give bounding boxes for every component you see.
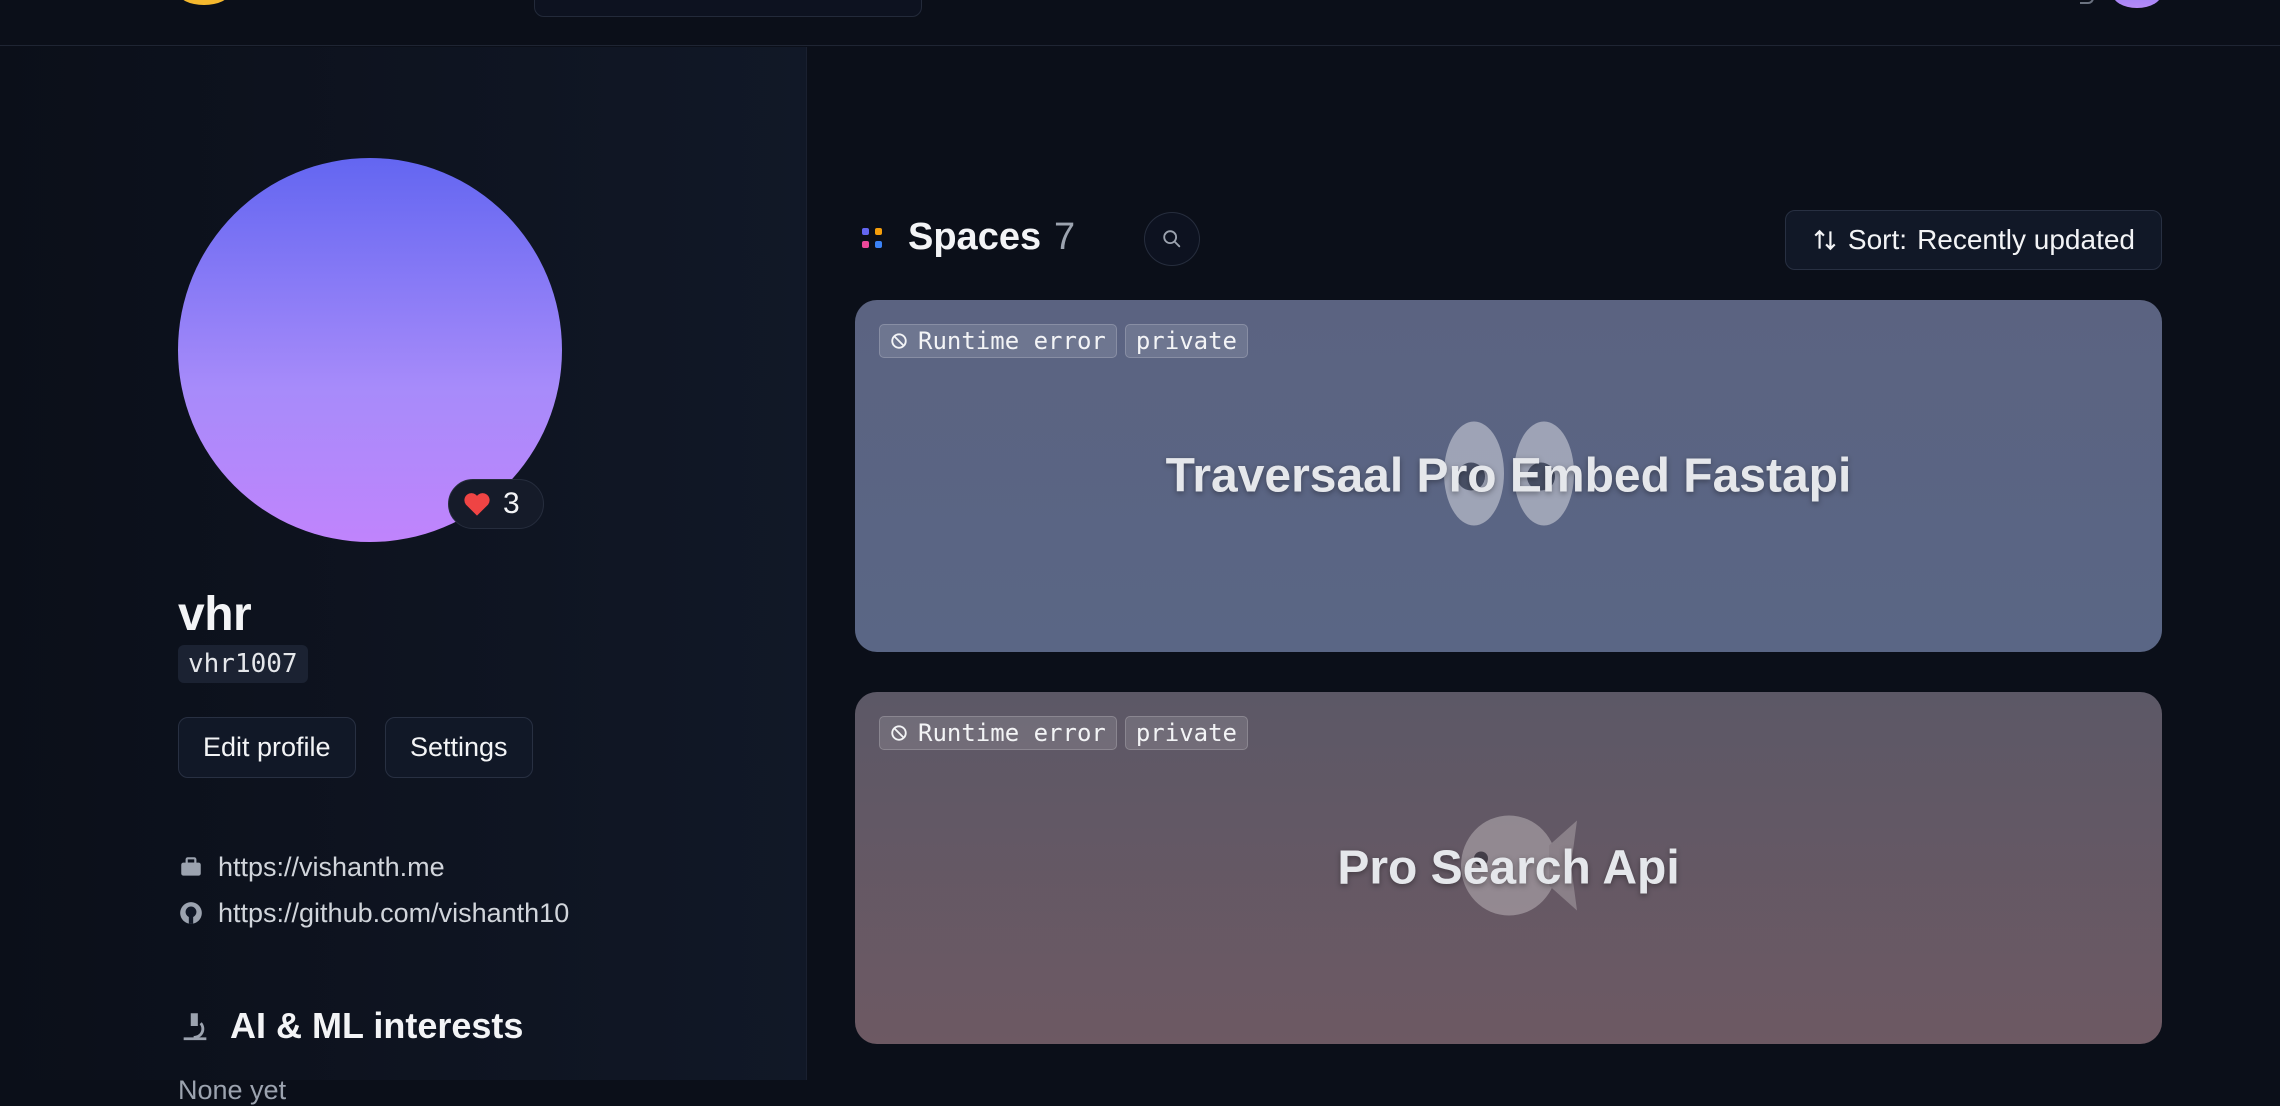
space-title[interactable]: Pro Search Api — [855, 841, 2162, 896]
github-link-text[interactable]: https://github.com/vishanth10 — [218, 898, 569, 929]
interests-title: AI & ML interests — [230, 1005, 524, 1046]
sort-arrows-icon — [1814, 229, 1836, 251]
error-icon — [891, 333, 907, 349]
sort-prefix: Sort: — [1847, 224, 1908, 255]
sort-button[interactable]: Sort: Recently updated — [1784, 210, 2162, 270]
space-title[interactable]: Traversaal Pro Embed Fastapi — [855, 449, 2162, 504]
spaces-header: Spaces 7 Sort: Recently updated — [858, 210, 2162, 270]
github-icon — [180, 902, 202, 924]
spaces-count: 7 — [1054, 216, 1076, 258]
user-menu-avatar[interactable] — [2112, 0, 2162, 8]
visibility-badge: private — [1124, 324, 1248, 358]
space-card[interactable]: Runtime error private Traversaal Pro Emb… — [855, 300, 2162, 652]
space-card[interactable]: Runtime error private Pro Search Api — [855, 692, 2162, 1044]
settings-button[interactable]: Settings — [385, 717, 533, 778]
profile-username: vhr1007 — [178, 645, 308, 683]
interests-heading: AI & ML interests — [178, 1001, 523, 1051]
status-text: Runtime error — [918, 327, 1106, 355]
website-link-text[interactable]: https://vishanth.me — [218, 852, 445, 883]
briefcase-icon — [181, 857, 201, 876]
edit-profile-button[interactable]: Edit profile — [178, 717, 356, 778]
visibility-badge: private — [1124, 716, 1248, 750]
github-link[interactable]: https://github.com/vishanth10 — [178, 893, 569, 933]
microscope-icon — [183, 1013, 207, 1041]
search-icon — [1163, 230, 1181, 248]
profile-display-name: vhr — [178, 588, 252, 641]
status-badge: Runtime error — [879, 716, 1117, 750]
heart-icon — [464, 493, 490, 516]
error-icon — [891, 725, 907, 741]
spaces-search-button[interactable] — [1144, 212, 1200, 266]
status-badge: Runtime error — [879, 324, 1117, 358]
notifications-icon[interactable] — [2080, 0, 2094, 4]
likes-count: 3 — [503, 487, 520, 520]
profile-sidebar: 3 vhr vhr1007 Edit profile Settings http… — [0, 47, 807, 1105]
sort-value: Recently updated — [1917, 224, 2135, 255]
hub-logo[interactable] — [176, 0, 232, 6]
spaces-icon — [862, 228, 884, 250]
website-link[interactable]: https://vishanth.me — [178, 847, 445, 887]
global-search-input[interactable] — [534, 0, 922, 17]
likes-button[interactable]: 3 — [448, 479, 544, 529]
status-text: Runtime error — [918, 719, 1106, 747]
spaces-title: Spaces — [908, 216, 1042, 258]
top-navbar — [0, 0, 2280, 46]
